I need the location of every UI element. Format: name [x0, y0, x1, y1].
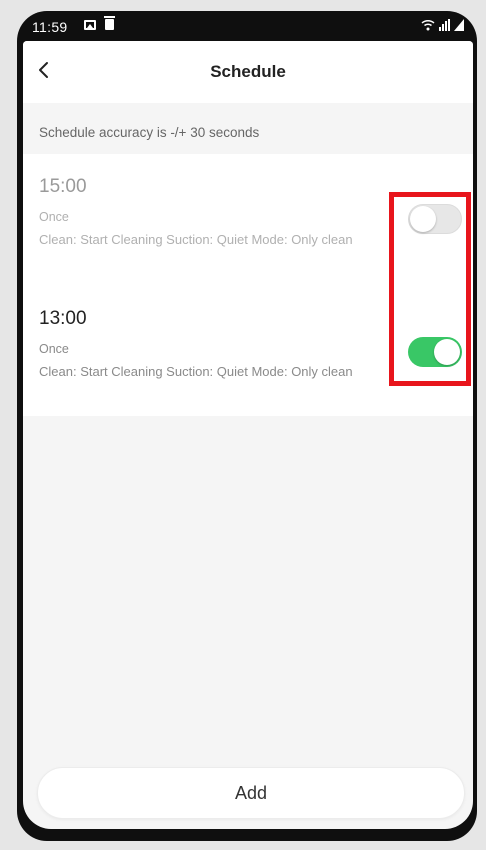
schedule-description: Clean: Start Cleaning Suction: Quiet Mod… — [39, 364, 353, 379]
app-screen: Schedule Schedule accuracy is -/+ 30 sec… — [23, 41, 473, 829]
image-notification-icon — [84, 19, 96, 30]
page-title: Schedule — [210, 62, 286, 81]
status-bar: 11:59 — [32, 16, 472, 39]
schedule-frequency: Once — [39, 210, 69, 224]
signal-icon — [439, 19, 450, 31]
status-time: 11:59 — [32, 19, 68, 35]
trash-notification-icon — [104, 16, 115, 30]
wifi-icon — [421, 19, 435, 31]
header: Schedule — [23, 41, 473, 103]
add-button[interactable]: Add — [37, 767, 465, 819]
schedule-frequency: Once — [39, 342, 69, 356]
battery-icon — [454, 19, 464, 31]
schedule-description: Clean: Start Cleaning Suction: Quiet Mod… — [39, 232, 353, 247]
schedule-item-1300[interactable]: 13:00 Once Clean: Start Cleaning Suction… — [39, 308, 369, 380]
schedule-time: 13:00 — [39, 308, 87, 329]
accuracy-notice: Schedule accuracy is -/+ 30 seconds — [39, 125, 260, 140]
schedule-item-1500[interactable]: 15:00 Once Clean: Start Cleaning Suction… — [39, 176, 369, 248]
schedule-time: 15:00 — [39, 176, 87, 197]
highlight-box — [389, 192, 471, 386]
